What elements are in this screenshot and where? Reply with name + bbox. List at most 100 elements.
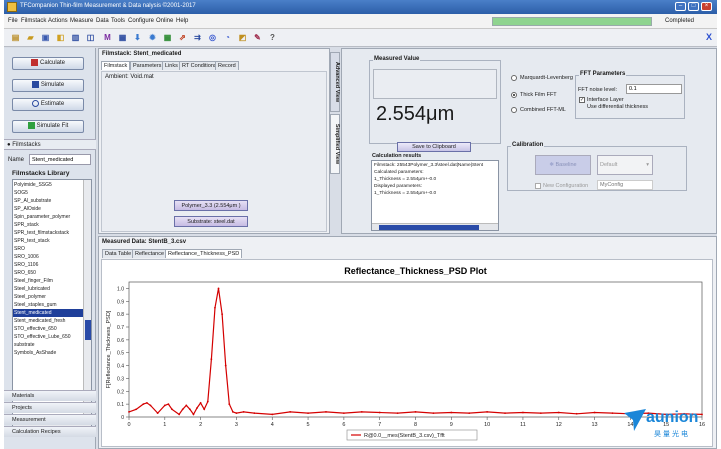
fit-icon[interactable]: ⇗ bbox=[177, 32, 188, 43]
configuration-name-input[interactable] bbox=[597, 180, 653, 190]
library-list-item[interactable]: SRO_1106 bbox=[13, 261, 83, 269]
menu-measure[interactable]: Measure bbox=[70, 18, 93, 24]
library-list-item[interactable]: STO_effective_Lube_650 bbox=[13, 333, 83, 341]
y-tick-label: 0.8 bbox=[117, 312, 124, 318]
tab-reflectance[interactable]: Reflectance bbox=[132, 249, 168, 258]
new-file-icon[interactable]: ▤ bbox=[10, 32, 21, 43]
simulate-icon[interactable]: ⇉ bbox=[192, 32, 203, 43]
method-ml-radio[interactable] bbox=[511, 75, 517, 81]
menu-filmstack[interactable]: Filmstack bbox=[21, 18, 46, 24]
tab-rt-conditions[interactable]: RT Conditions bbox=[179, 61, 220, 70]
library-list-item[interactable]: Spin_parameter_polymer bbox=[13, 213, 83, 221]
calibration-config-select[interactable]: Default ▾ bbox=[597, 155, 653, 175]
library-list-item[interactable]: SRO_650 bbox=[13, 269, 83, 277]
interface-layer-checkbox[interactable]: ✓ bbox=[579, 97, 585, 103]
library-list-item[interactable]: Stent_medicated bbox=[13, 309, 83, 317]
chart-title: Reflectance_Thickness_PSD Plot bbox=[344, 266, 487, 276]
library-list-item[interactable]: SP_AlOxide bbox=[13, 205, 83, 213]
tab-parameters[interactable]: Parameters bbox=[130, 61, 165, 70]
calc-scroll-thumb[interactable] bbox=[379, 225, 479, 230]
fft-noise-input[interactable] bbox=[626, 84, 682, 94]
save-to-clipboard-button[interactable]: Save to Clipboard bbox=[397, 142, 471, 152]
nav-materials[interactable]: Materials bbox=[4, 390, 96, 401]
library-list-item[interactable]: Steel_staples_gum bbox=[13, 301, 83, 309]
method-combined-radio[interactable] bbox=[511, 107, 517, 113]
new-configuration-checkbox[interactable] bbox=[535, 183, 541, 189]
calculate-button[interactable]: Calculate bbox=[12, 57, 84, 70]
measured-value-title: Measured Value bbox=[373, 56, 421, 62]
simulate-button[interactable]: Simulate bbox=[12, 79, 84, 92]
tab-data-table[interactable]: Data Table bbox=[102, 249, 135, 258]
library-list-item[interactable]: substrate bbox=[13, 341, 83, 349]
close-document-icon[interactable]: X bbox=[706, 32, 712, 42]
layers-icon[interactable]: ▥ bbox=[70, 32, 81, 43]
library-scroll-thumb[interactable] bbox=[85, 320, 91, 340]
minimize-button[interactable]: – bbox=[675, 2, 686, 11]
library-list-item[interactable]: SPR_stack bbox=[13, 221, 83, 229]
nav-projects[interactable]: Projects bbox=[4, 402, 96, 413]
library-icon[interactable]: ◩ bbox=[237, 32, 248, 43]
library-list-item[interactable]: Symbols_AsShade bbox=[13, 349, 83, 357]
data-point bbox=[468, 412, 471, 415]
close-button[interactable]: × bbox=[701, 2, 712, 11]
calculation-results-box[interactable]: Filmstack: 25543Polymer_3.3\steel.dat|Na… bbox=[371, 160, 499, 231]
method-thick-fft-radio[interactable] bbox=[511, 92, 517, 98]
measured-data-title: Measured Data: StentB_3.csv bbox=[102, 239, 187, 245]
measure-icon[interactable]: ◫ bbox=[85, 32, 96, 43]
library-list-item[interactable]: Stent_medicated_fresh bbox=[13, 317, 83, 325]
calc-horizontal-scrollbar[interactable] bbox=[372, 223, 498, 230]
library-list-item[interactable]: Steel_lubricated bbox=[13, 285, 83, 293]
interface-layer-label: Interface Layer bbox=[587, 97, 624, 103]
filmstack-name-input[interactable] bbox=[29, 154, 91, 165]
help-icon[interactable]: ? bbox=[267, 32, 278, 43]
library-list-item[interactable]: SOG5 bbox=[13, 189, 83, 197]
x-tick-label: 5 bbox=[307, 422, 310, 428]
menu-online[interactable]: Online bbox=[156, 18, 173, 24]
library-list-item[interactable]: SPR_test_filmstackstack bbox=[13, 229, 83, 237]
material-icon[interactable]: M bbox=[102, 32, 113, 43]
x-tick-label: 13 bbox=[592, 422, 598, 428]
calibrate-icon[interactable]: ◔ bbox=[222, 32, 233, 43]
advanced-view-tab[interactable]: Advanced View bbox=[330, 52, 340, 112]
simulate-fit-button[interactable]: Simulate Fit bbox=[12, 120, 84, 133]
library-list-item[interactable]: SP_Al_substrate bbox=[13, 197, 83, 205]
menu-help[interactable]: Help bbox=[176, 18, 188, 24]
filmstack-icon[interactable]: ◧ bbox=[55, 32, 66, 43]
menu-actions[interactable]: Actions bbox=[48, 18, 68, 24]
library-list-item[interactable]: Steel_finger_Film bbox=[13, 277, 83, 285]
save-icon[interactable]: ▣ bbox=[40, 32, 51, 43]
nav-calculation-recipes[interactable]: Calculation Recipes bbox=[4, 426, 96, 437]
library-list-item[interactable]: SPR_test_stack bbox=[13, 237, 83, 245]
simplified-view-tab[interactable]: Simplified View bbox=[330, 114, 340, 174]
plot-area[interactable]: Reflectance_Thickness_PSD Plot 0 1 2 3 4 5 6 7 8 9… bbox=[101, 259, 713, 447]
library-list-item[interactable]: SRO bbox=[13, 245, 83, 253]
nav-measurement[interactable]: Measurement bbox=[4, 414, 96, 425]
tab-record[interactable]: Record bbox=[215, 61, 239, 70]
settings-icon[interactable]: ✹ bbox=[147, 32, 158, 43]
menu-file[interactable]: File bbox=[8, 18, 18, 24]
grid-icon[interactable]: ▦ bbox=[162, 32, 173, 43]
library-list-item[interactable]: Polyimide_SSG5 bbox=[13, 181, 83, 189]
calculate-icon[interactable]: ▦ bbox=[117, 32, 128, 43]
substrate-layer[interactable]: Substrate: steel.dat bbox=[174, 216, 248, 227]
data-point bbox=[289, 410, 292, 413]
maximize-button[interactable]: □ bbox=[688, 2, 699, 11]
chart-icon[interactable]: ✎ bbox=[252, 32, 263, 43]
estimate-icon[interactable]: ◎ bbox=[207, 32, 218, 43]
tab-reflectance-thickness-psd[interactable]: Reflectance_Thickness_PSD bbox=[165, 249, 243, 258]
library-list-item[interactable]: Steel_polymer bbox=[13, 293, 83, 301]
data-point bbox=[396, 412, 399, 415]
library-list-item[interactable]: SRO_1006 bbox=[13, 253, 83, 261]
menu-configure[interactable]: Configure bbox=[128, 18, 154, 24]
library-list-item[interactable]: STO_effective_650 bbox=[13, 325, 83, 333]
tab-filmstack[interactable]: Filmstack bbox=[101, 61, 131, 70]
menu-tools[interactable]: Tools bbox=[111, 18, 125, 24]
open-folder-icon[interactable]: ▰ bbox=[25, 32, 36, 43]
menu-data[interactable]: Data bbox=[96, 18, 109, 24]
estimate-button[interactable]: Estimate bbox=[12, 98, 84, 111]
download-icon[interactable]: ⬇ bbox=[132, 32, 143, 43]
layer-polymer[interactable]: Polymer_3.3 (2.554μm ) bbox=[174, 200, 248, 211]
psd-chart[interactable]: Reflectance_Thickness_PSD Plot0 1 2 3 4 5 6 7 8 9… bbox=[102, 260, 714, 448]
filmstacks-section-header[interactable]: ● Filmstacks bbox=[4, 139, 96, 150]
baseline-button[interactable]: ✱ Baseline bbox=[535, 155, 591, 175]
